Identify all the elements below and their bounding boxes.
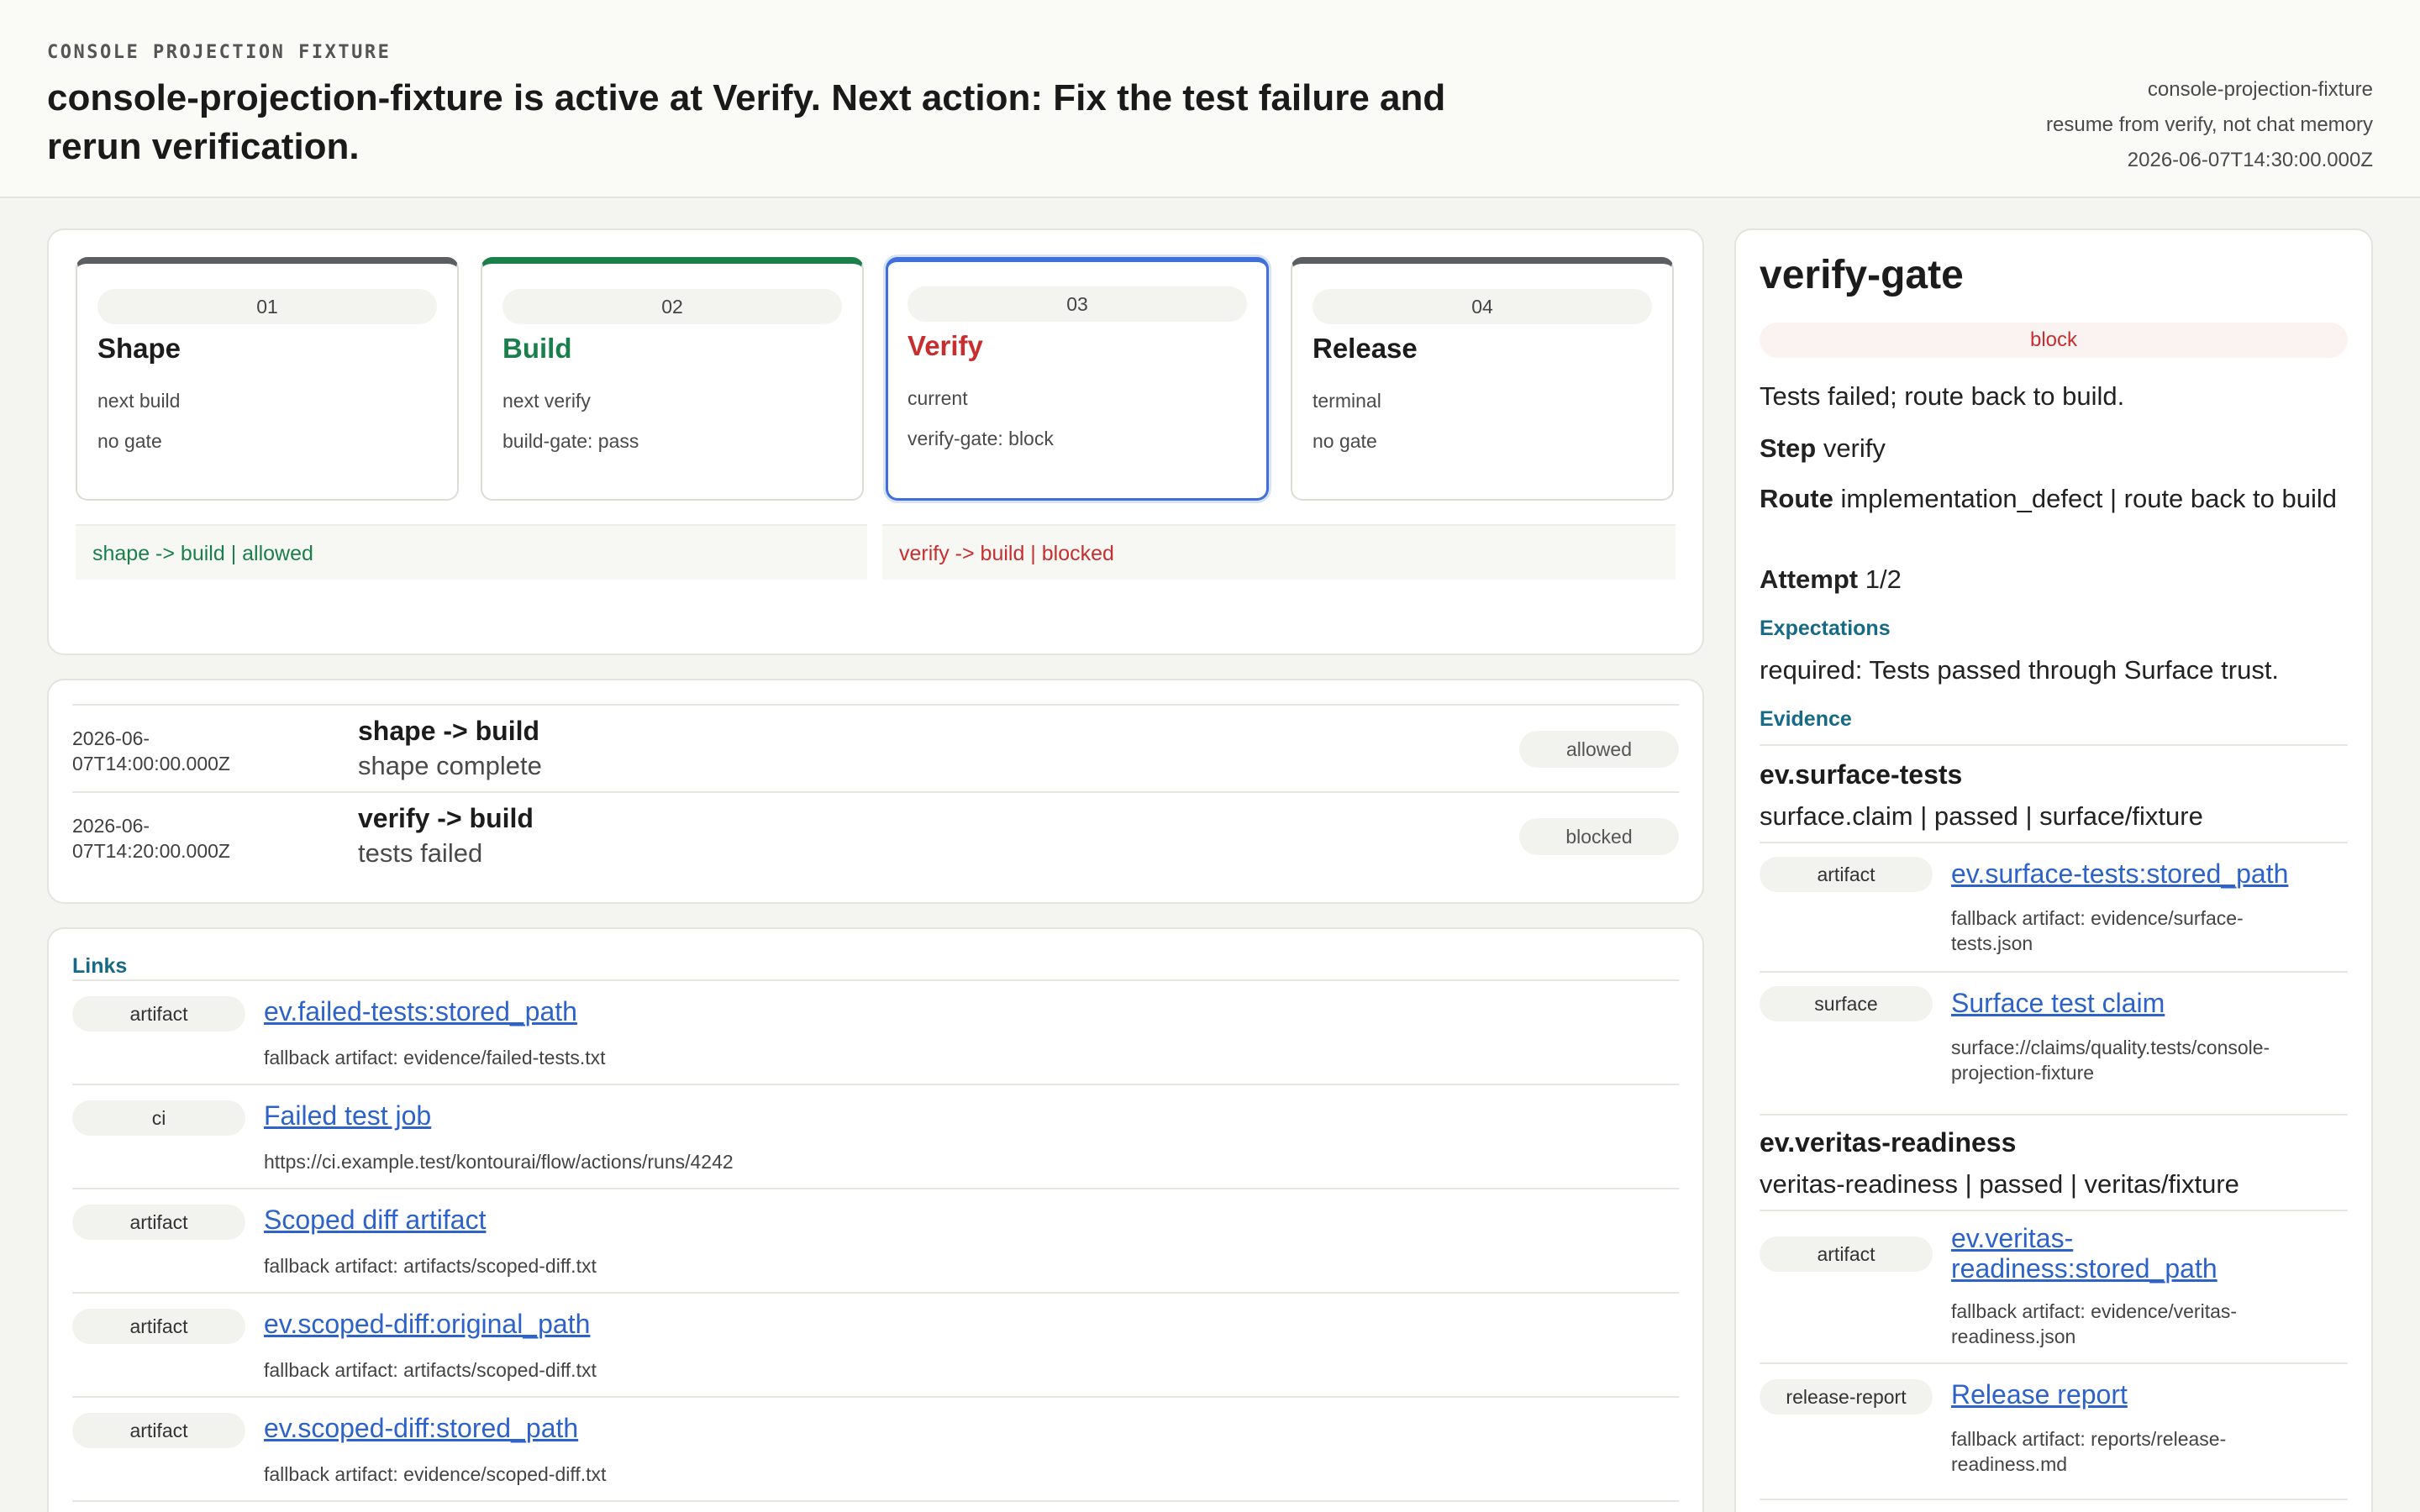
stage-card-verify[interactable]: 03 Verify current verify-gate: block xyxy=(886,257,1269,501)
evidence-summary: veritas-readiness | passed | veritas/fix… xyxy=(1760,1169,2239,1199)
divider xyxy=(1760,1499,2348,1500)
evidence-name: ev.veritas-readiness xyxy=(1760,1127,2017,1158)
evidence-name: ev.surface-tests xyxy=(1760,759,1963,790)
history-timestamp: 2026-06- 07T14:00:00.000Z xyxy=(72,727,230,774)
gate-title: verify-gate xyxy=(1760,253,1964,297)
stage-name: Release xyxy=(1313,333,1418,364)
evidence-link-detail: surface://claims/quality.tests/console- … xyxy=(1951,1037,2270,1084)
stage-name: Build xyxy=(502,333,572,364)
link-anchor[interactable]: ev.scoped-diff:original_path xyxy=(264,1309,590,1340)
history-timestamp: 2026-06- 07T14:20:00.000Z xyxy=(72,815,230,862)
link-kind-badge: artifact xyxy=(72,1309,245,1344)
stage-gate: build-gate: pass xyxy=(502,430,639,452)
expectations-heading: Expectations xyxy=(1760,617,1891,640)
history-transition: shape -> build xyxy=(358,716,540,746)
stage-next: next build xyxy=(97,390,181,412)
stage-number: 01 xyxy=(97,289,437,324)
divider xyxy=(72,1500,1679,1502)
gate-attempt: Attempt 1/2 xyxy=(1760,564,1902,594)
link-item: artifact Scoped diff artifact fallback a… xyxy=(72,1188,1679,1292)
link-item: ci Failed test job https://ci.example.te… xyxy=(72,1084,1679,1188)
stage-number: 03 xyxy=(908,286,1247,322)
link-item: artifact ev.failed-tests:stored_path fal… xyxy=(72,979,1679,1084)
evidence-link-detail: fallback artifact: evidence/veritas- rea… xyxy=(1951,1300,2238,1347)
gate-step: Step verify xyxy=(1760,433,1886,463)
transition-blocked: verify -> build | blocked xyxy=(882,524,1676,580)
evidence-link-anchor[interactable]: ev.surface-tests:stored_path xyxy=(1951,858,2346,889)
link-kind-badge: artifact xyxy=(72,1205,245,1240)
history-row: 2026-06- 07T14:20:00.000Z verify -> buil… xyxy=(72,791,1679,879)
history-reason: tests failed xyxy=(358,838,483,868)
stage-gate: no gate xyxy=(1313,430,1377,452)
link-anchor[interactable]: ev.failed-tests:stored_path xyxy=(264,996,577,1027)
link-detail: fallback artifact: artifacts/scoped-diff… xyxy=(264,1359,597,1381)
stage-card-release[interactable]: 04 Release terminal no gate xyxy=(1291,257,1674,501)
stage-gate: no gate xyxy=(97,430,162,452)
evidence-link-anchor[interactable]: Release report xyxy=(1951,1379,2346,1410)
history-row: 2026-06- 07T14:00:00.000Z shape -> build… xyxy=(72,704,1679,791)
link-detail: https://ci.example.test/kontourai/flow/a… xyxy=(264,1151,734,1173)
gate-summary: Tests failed; route back to build. xyxy=(1760,381,2125,411)
meta-project: console-projection-fixture xyxy=(2147,78,2373,101)
header-meta: console-projection-fixture resume from v… xyxy=(2046,72,2373,178)
stage-name: Shape xyxy=(97,333,182,364)
evidence-link-item: artifact ev.veritas- readiness:stored_pa… xyxy=(1760,1210,2348,1362)
divider xyxy=(1760,744,2348,746)
status-badge: blocked xyxy=(1519,818,1679,855)
stage-number: 02 xyxy=(502,289,842,324)
stage-number: 04 xyxy=(1313,289,1652,324)
transition-allowed: shape -> build | allowed xyxy=(76,524,867,580)
link-kind-badge: artifact xyxy=(1760,1236,1933,1272)
page-header: CONSOLE PROJECTION FIXTURE console-proje… xyxy=(0,0,2420,198)
link-detail: fallback artifact: artifacts/scoped-diff… xyxy=(264,1255,597,1277)
evidence-link-item: surface Surface test claim surface://cla… xyxy=(1760,971,2348,1114)
history-reason: shape complete xyxy=(358,751,542,780)
link-item: artifact ev.scoped-diff:original_path fa… xyxy=(72,1292,1679,1396)
meta-resume-note: resume from verify, not chat memory xyxy=(2046,113,2373,136)
link-kind-badge: surface xyxy=(1760,986,1933,1021)
link-kind-badge: artifact xyxy=(1760,857,1933,892)
evidence-link-item: release-report Release report fallback a… xyxy=(1760,1362,2348,1497)
divider xyxy=(1760,1114,2348,1116)
stage-next: next verify xyxy=(502,390,591,412)
link-item: artifact ev.scoped-diff:stored_path fall… xyxy=(72,1396,1679,1500)
stage-card-shape[interactable]: 01 Shape next build no gate xyxy=(76,257,459,501)
link-kind-badge: artifact xyxy=(72,1413,245,1448)
expectation-item: required: Tests passed through Surface t… xyxy=(1760,655,2280,685)
evidence-link-detail: fallback artifact: reports/release- read… xyxy=(1951,1428,2227,1475)
stage-card-build[interactable]: 02 Build next verify build-gate: pass xyxy=(481,257,864,501)
link-detail: fallback artifact: evidence/scoped-diff.… xyxy=(264,1463,607,1485)
stage-gate: verify-gate: block xyxy=(908,428,1054,449)
stage-next: terminal xyxy=(1313,390,1381,412)
gate-status-badge: block xyxy=(1760,323,2348,358)
link-anchor[interactable]: Failed test job xyxy=(264,1100,431,1131)
stage-status: current xyxy=(908,387,968,409)
evidence-heading: Evidence xyxy=(1760,707,1852,731)
link-kind-badge: artifact xyxy=(72,996,245,1032)
link-anchor[interactable]: Scoped diff artifact xyxy=(264,1205,486,1236)
evidence-link-item: artifact ev.surface-tests:stored_path fa… xyxy=(1760,842,2348,971)
stage-name: Verify xyxy=(908,330,983,361)
meta-timestamp: 2026-06-07T14:30:00.000Z xyxy=(2127,149,2373,171)
link-kind-badge: ci xyxy=(72,1100,245,1136)
status-badge: allowed xyxy=(1519,731,1679,768)
page-title: console-projection-fixture is active at … xyxy=(47,77,1446,167)
page-eyebrow: CONSOLE PROJECTION FIXTURE xyxy=(47,42,392,63)
evidence-link-detail: fallback artifact: evidence/surface- tes… xyxy=(1951,907,2244,954)
link-kind-badge: release-report xyxy=(1760,1379,1933,1415)
gate-route: Route implementation_defect | route back… xyxy=(1760,484,2337,513)
evidence-link-anchor[interactable]: Surface test claim xyxy=(1951,988,2346,1018)
history-transition: verify -> build xyxy=(358,803,534,833)
link-anchor[interactable]: ev.scoped-diff:stored_path xyxy=(264,1413,578,1444)
link-detail: fallback artifact: evidence/failed-tests… xyxy=(264,1047,606,1068)
evidence-summary: surface.claim | passed | surface/fixture xyxy=(1760,801,2203,831)
evidence-link-anchor[interactable]: ev.veritas- readiness:stored_path xyxy=(1951,1223,2346,1284)
links-heading: Links xyxy=(72,954,128,978)
